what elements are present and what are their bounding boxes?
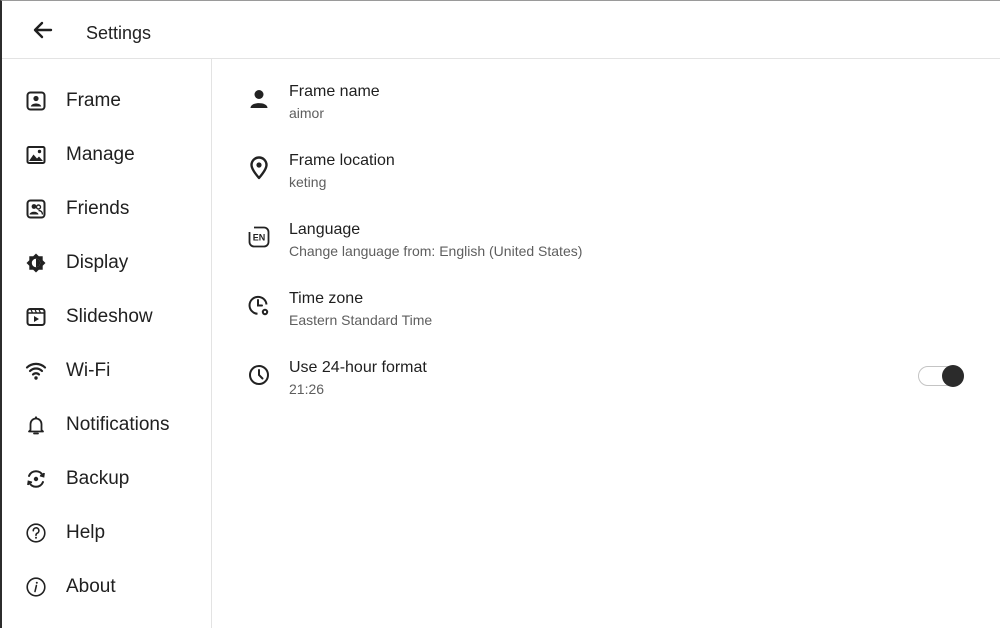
sidebar-item-label: Backup — [66, 468, 130, 489]
sidebar-item-label: Slideshow — [66, 306, 153, 327]
help-icon — [24, 521, 48, 545]
sidebar-item-label: Wi-Fi — [66, 360, 111, 381]
sidebar-item-label: About — [66, 576, 116, 597]
setting-title: Frame location — [289, 152, 395, 169]
arrow-left-icon — [33, 21, 53, 39]
wifi-icon — [24, 359, 48, 383]
frame-name-setting[interactable]: Frame name aimor — [213, 59, 1000, 121]
setting-value: Eastern Standard Time — [289, 312, 433, 328]
settings-sidebar: Frame Manage Friends Display Slideshow W… — [2, 59, 212, 628]
clock-icon — [245, 361, 273, 389]
sidebar-item-slideshow[interactable]: Slideshow — [2, 293, 211, 341]
sidebar-item-label: Notifications — [66, 414, 170, 435]
svg-text:EN: EN — [253, 233, 266, 243]
timezone-clock-icon — [245, 292, 273, 320]
back-button[interactable] — [28, 15, 58, 45]
bell-icon — [24, 413, 48, 437]
setting-value: keting — [289, 174, 327, 190]
settings-screen: Settings Frame Manage Friends Display Sl… — [0, 0, 1000, 628]
sidebar-item-label: Manage — [66, 144, 135, 165]
sidebar-item-help[interactable]: Help — [2, 509, 211, 557]
sidebar-item-label: Display — [66, 252, 129, 273]
setting-value: aimor — [289, 105, 325, 121]
language-en-icon: EN — [245, 223, 273, 251]
sidebar-item-frame[interactable]: Frame — [2, 77, 211, 125]
hour-format-setting[interactable]: Use 24-hour format 21:26 — [213, 335, 1000, 397]
backup-sync-icon — [24, 467, 48, 491]
settings-content: Frame name aimor Frame location keting E… — [213, 59, 1000, 628]
sidebar-item-display[interactable]: Display — [2, 239, 211, 287]
contacts-icon — [24, 197, 48, 221]
setting-title: Use 24-hour format — [289, 359, 427, 376]
language-setting[interactable]: EN Language Change language from: Englis… — [213, 197, 1000, 259]
page-title: Settings — [86, 23, 152, 43]
brightness-icon — [24, 251, 48, 275]
toggle-thumb — [942, 365, 964, 387]
sidebar-item-manage[interactable]: Manage — [2, 131, 211, 179]
setting-value: 21:26 — [289, 381, 325, 397]
setting-value: Change language from: English (United St… — [289, 243, 583, 259]
sidebar-item-friends[interactable]: Friends — [2, 185, 211, 233]
sidebar-item-backup[interactable]: Backup — [2, 455, 211, 503]
setting-title: Language — [289, 221, 361, 238]
setting-title: Frame name — [289, 83, 380, 100]
frame-location-setting[interactable]: Frame location keting — [213, 128, 1000, 190]
sidebar-item-about[interactable]: About — [2, 563, 211, 611]
slideshow-icon — [24, 305, 48, 329]
image-gallery-icon — [24, 143, 48, 167]
setting-title: Time zone — [289, 290, 364, 307]
person-icon — [245, 85, 273, 113]
location-pin-icon — [245, 154, 273, 182]
sidebar-item-label: Frame — [66, 90, 121, 111]
time-zone-setting[interactable]: Time zone Eastern Standard Time — [213, 266, 1000, 328]
sidebar-item-label: Friends — [66, 198, 130, 219]
sidebar-item-label: Help — [66, 522, 106, 543]
sidebar-item-notifications[interactable]: Notifications — [2, 401, 211, 449]
info-icon — [24, 575, 48, 599]
frame-portrait-icon — [24, 89, 48, 113]
hour-format-toggle[interactable] — [918, 363, 966, 389]
top-app-bar: Settings — [2, 1, 1000, 59]
sidebar-item-wifi[interactable]: Wi-Fi — [2, 347, 211, 395]
